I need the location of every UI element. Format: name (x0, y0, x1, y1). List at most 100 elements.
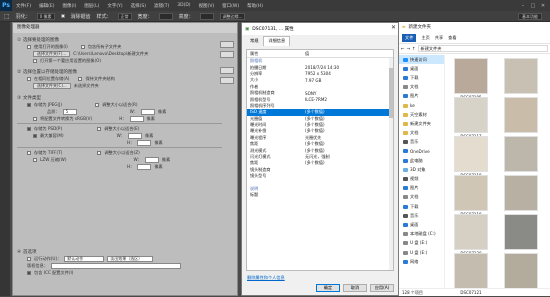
resize-jpeg-checkbox[interactable] (95, 102, 100, 107)
keep-folder-structure-checkbox[interactable] (78, 76, 83, 81)
quality-input[interactable]: 5 (62, 108, 77, 115)
details-row[interactable]: 曝光补偿 (多个数值) (247, 128, 393, 134)
tab-details[interactable]: 详细信息 (263, 36, 291, 46)
width-input[interactable] (158, 12, 173, 20)
menu-select[interactable]: 选择(S) (127, 3, 150, 9)
nav-item[interactable]: 3D 对象 (399, 165, 444, 174)
ribbon-tab-home[interactable]: 主页 (421, 35, 429, 41)
lzw-checkbox[interactable] (33, 157, 37, 162)
up-icon[interactable]: ↑ (412, 46, 416, 51)
details-row[interactable]: 曝光时间 (多个数值) (247, 122, 393, 128)
action-name-select[interactable]: 淡出效果（选区） (107, 255, 154, 262)
psd-height-input[interactable] (137, 139, 152, 146)
include-subfolders-checkbox[interactable] (80, 44, 85, 49)
back-icon[interactable]: ← (401, 46, 405, 51)
cancel-button[interactable]: 取消 (343, 284, 367, 292)
nav-item[interactable]: 新建文件夹 (399, 119, 444, 128)
details-row[interactable]: 照相机型号 ILCE-7RM2 (247, 96, 393, 103)
tab-general[interactable]: 常规 (245, 36, 263, 46)
nav-item[interactable]: OneDrive (399, 147, 444, 156)
run-action-checkbox[interactable] (27, 256, 31, 261)
address-input[interactable]: 新建文件夹 (417, 45, 548, 52)
jpeg-height-input[interactable] (129, 115, 144, 122)
nav-item[interactable]: U 盘 (E:) (399, 239, 444, 248)
nav-item[interactable]: 本地磁盘 (C:) (399, 230, 444, 239)
load-button[interactable] (220, 67, 234, 74)
nav-item[interactable]: 音乐 (399, 211, 444, 220)
menu-help[interactable]: 帮助(H) (243, 3, 267, 9)
nav-item[interactable]: 文档 (399, 193, 444, 202)
file-thumbnail[interactable]: DSC07118 (448, 136, 494, 178)
cancel-button[interactable] (220, 51, 234, 58)
action-set-select[interactable]: 默认动作 (64, 255, 105, 262)
nav-item[interactable]: 音乐 (399, 138, 444, 147)
file-thumbnail[interactable] (498, 214, 544, 251)
nav-item[interactable]: 下载 (399, 73, 444, 82)
details-row[interactable]: 照相机制造商 SONY (247, 90, 393, 96)
details-row[interactable]: 拍摄日期 2018/7/24 14:30 (247, 64, 393, 71)
save-psd-checkbox[interactable] (27, 126, 31, 131)
file-thumbnail[interactable]: DSC07117 (448, 97, 494, 139)
menu-image[interactable]: 图像(I) (58, 3, 80, 9)
minimize-icon[interactable]: – (518, 0, 528, 11)
nav-item[interactable]: 天空素材 (399, 110, 444, 119)
save-same-location-radio[interactable] (27, 76, 31, 81)
details-row[interactable]: 大小 7.97 GB (247, 77, 393, 83)
menu-type[interactable]: 文字(Y) (103, 3, 126, 9)
menu-file[interactable]: 文件(F) (12, 3, 35, 9)
remove-properties-link[interactable]: 删除属性和个人信息 (247, 275, 285, 281)
resize-tiff-checkbox[interactable] (97, 150, 102, 155)
details-row[interactable]: 焦距 (多个数值) (247, 141, 393, 147)
details-row[interactable]: 标题 (247, 192, 393, 198)
details-row[interactable]: 光圈值 (多个数值) (247, 116, 393, 122)
file-thumbnail[interactable]: DSC07119 (448, 175, 494, 217)
select-dest-folder-button[interactable]: 选择文件夹(C)... (33, 82, 71, 89)
menu-filter[interactable]: 滤镜(T) (150, 3, 173, 9)
details-row[interactable]: 曝光程序 光圈优先 (247, 135, 393, 141)
save-tiff-checkbox[interactable] (27, 150, 31, 155)
details-row[interactable]: ISO 速度 (多个数值) (247, 109, 393, 116)
details-row[interactable]: 测光模式 (多个数值) (247, 147, 393, 153)
close-icon[interactable]: ✕ (538, 0, 548, 11)
nav-item[interactable]: ke (399, 101, 444, 110)
forward-icon[interactable]: → (407, 46, 411, 51)
file-thumbnail[interactable] (498, 253, 544, 290)
file-thumbnail[interactable] (498, 136, 544, 173)
menu-edit[interactable]: 编辑(E) (35, 3, 58, 9)
refine-edge-button[interactable]: 调整边缘... (219, 12, 246, 20)
maximize-compat-checkbox[interactable] (33, 133, 37, 138)
select-source-folder-button[interactable]: 选择文件夹(F)... (33, 50, 71, 57)
srgb-checkbox[interactable] (33, 116, 37, 121)
nav-item[interactable]: U 盘 (E:) (399, 248, 444, 257)
ribbon-tab-view[interactable]: 查看 (448, 35, 456, 41)
style-select[interactable]: 正常 (117, 12, 132, 20)
marquee-tool-icon[interactable]: ⬚ (4, 13, 10, 20)
menu-window[interactable]: 窗口(W) (218, 3, 243, 9)
height-input[interactable] (199, 12, 214, 20)
feather-input[interactable]: 0 像素 (36, 12, 55, 20)
col-value-header[interactable]: 值 (305, 51, 393, 57)
file-thumbnail[interactable] (498, 175, 544, 212)
ribbon-tab-share[interactable]: 共享 (435, 35, 443, 41)
psd-width-input[interactable] (127, 132, 142, 139)
details-row[interactable]: 闪光灯模式 无闪光，强制 (247, 154, 393, 160)
nav-item[interactable]: 桌面 (399, 220, 444, 229)
details-row[interactable]: 分辨率 7952 x 5304 (247, 71, 393, 77)
resize-psd-checkbox[interactable] (97, 126, 102, 131)
nav-item[interactable]: 文档 (399, 83, 444, 92)
include-icc-checkbox[interactable] (27, 270, 31, 275)
ribbon-tab-file[interactable]: 文件 (402, 33, 417, 42)
nav-item[interactable]: 网络 (399, 257, 444, 266)
antialias-checkbox[interactable] (60, 14, 65, 18)
file-thumbnail[interactable]: DSC07105 (448, 58, 494, 100)
save-jpeg-checkbox[interactable] (27, 102, 31, 107)
details-row[interactable]: 焦距 (多个数值) (247, 160, 393, 166)
jpeg-width-input[interactable] (140, 108, 155, 115)
nav-item[interactable]: 图片 (399, 92, 444, 101)
save-button[interactable] (220, 77, 234, 84)
run-button[interactable] (220, 41, 234, 48)
maximize-icon[interactable]: □ (528, 0, 538, 11)
file-thumbnail[interactable] (498, 58, 544, 95)
copyright-input[interactable] (50, 262, 181, 269)
nav-item[interactable]: 视频 (399, 174, 444, 183)
